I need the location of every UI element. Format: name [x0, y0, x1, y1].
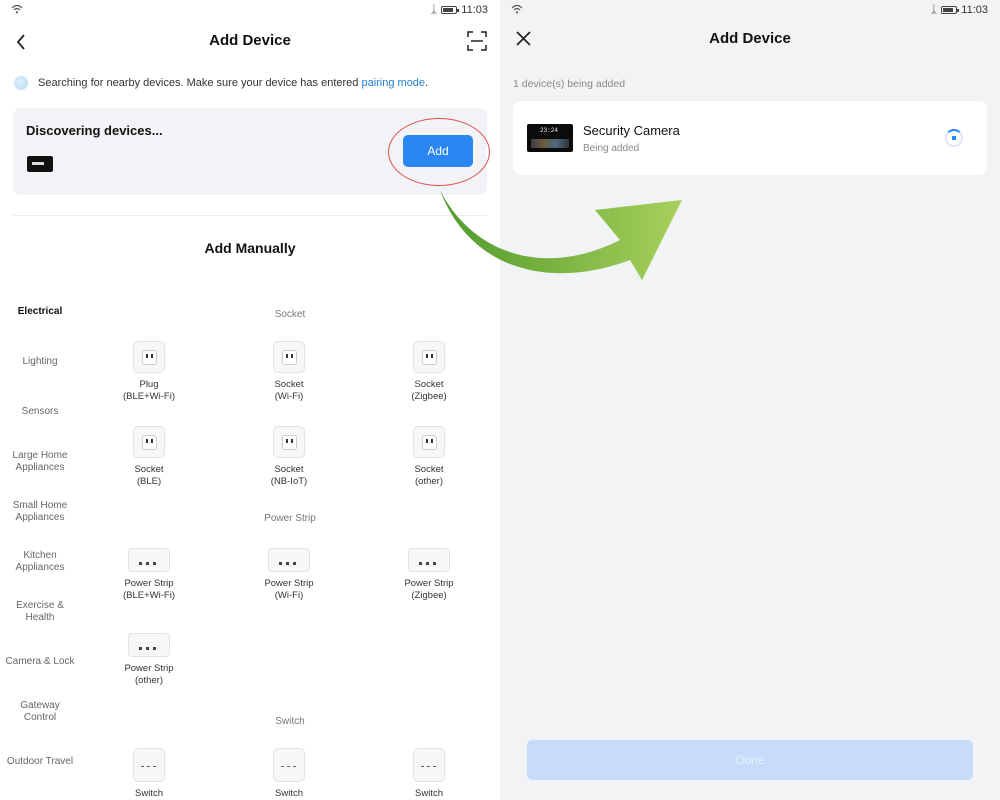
status-time: 11:03 [961, 4, 988, 16]
device-label: Socket (other) [414, 464, 444, 487]
device-label: Socket (Zigbee) [411, 379, 447, 402]
power-strip-icon [408, 548, 450, 572]
device-label: Socket (NB-IoT) [270, 464, 308, 487]
scan-icon[interactable] [467, 31, 487, 51]
device-tile[interactable]: Socket (NB-IoT) [239, 426, 339, 488]
radar-icon [14, 76, 28, 90]
socket-icon [133, 341, 165, 373]
tip-suffix: . [425, 77, 429, 89]
device-tile[interactable]: Socket (BLE) [99, 426, 199, 488]
search-tip: Searching for nearby devices. Make sure … [14, 76, 490, 90]
highlight-ring [388, 118, 490, 186]
device-label: Power Strip (other) [124, 663, 174, 686]
device-card[interactable]: 23:24 Security Camera Being added [513, 101, 987, 175]
device-label: Power Strip (BLE+Wi-Fi) [123, 578, 175, 601]
device-tile[interactable]: Switch [99, 748, 199, 800]
category-large-home-appliances[interactable]: Large Home Appliances [0, 450, 80, 474]
socket-icon [273, 341, 305, 373]
device-tile[interactable]: Socket (Zigbee) [379, 341, 479, 403]
wifi-icon [11, 4, 23, 14]
wifi-icon [511, 4, 523, 14]
device-name: Security Camera [583, 123, 680, 138]
switch-icon [133, 748, 165, 782]
socket-icon [273, 426, 305, 458]
add-device-screen-left: ᛣ 11:03 Add Device Searching for nearby … [0, 0, 500, 800]
status-bar: ᛣ 11:03 [500, 0, 1000, 20]
device-tile[interactable]: Power Strip (other) [99, 629, 199, 687]
discovered-device-thumbnail [27, 156, 53, 172]
battery-icon [441, 6, 460, 14]
page-title: Add Device [209, 32, 291, 49]
nav-bar: Add Device [500, 20, 1000, 60]
transition-arrow-icon [440, 190, 682, 280]
device-tile[interactable]: Power Strip (Wi-Fi) [239, 544, 339, 602]
device-label: Power Strip (Zigbee) [404, 578, 454, 601]
device-label: Switch [135, 788, 163, 799]
switch-icon [273, 748, 305, 782]
tip-text: Searching for nearby devices. Make sure … [38, 77, 362, 89]
device-label: Plug (BLE+Wi-Fi) [123, 379, 175, 402]
nav-bar: Add Device [0, 22, 500, 62]
socket-icon [413, 341, 445, 373]
loading-spinner-icon [945, 129, 963, 147]
camera-thumbnail: 23:24 [527, 124, 573, 152]
power-strip-icon [128, 633, 170, 657]
device-label: Switch [415, 788, 443, 799]
category-kitchen-appliances[interactable]: Kitchen Appliances [0, 550, 80, 574]
device-label: Switch [275, 788, 303, 799]
category-sensors[interactable]: Sensors [0, 406, 80, 418]
socket-icon [133, 426, 165, 458]
device-tile[interactable]: Socket (other) [379, 426, 479, 488]
device-tile[interactable]: Switch [239, 748, 339, 800]
add-manually-title: Add Manually [204, 240, 296, 256]
device-tile[interactable]: Power Strip (BLE+Wi-Fi) [99, 544, 199, 602]
pairing-mode-link[interactable]: pairing mode [361, 77, 425, 89]
section-label-power-strip: Power Strip [264, 513, 316, 524]
camera-screen-time: 23:24 [540, 127, 559, 134]
switch-icon [413, 748, 445, 782]
category-lighting[interactable]: Lighting [0, 356, 80, 368]
device-label: Socket (BLE) [134, 464, 164, 487]
device-tile[interactable]: Plug (BLE+Wi-Fi) [99, 341, 199, 403]
category-camera-lock[interactable]: Camera & Lock [0, 656, 80, 668]
device-tile[interactable]: Switch [379, 748, 479, 800]
power-strip-icon [128, 548, 170, 572]
device-label: Socket (Wi-Fi) [274, 379, 304, 402]
bluetooth-icon: ᛣ [430, 4, 438, 16]
socket-icon [413, 426, 445, 458]
done-button[interactable]: Done [527, 740, 973, 780]
category-exercise-health[interactable]: Exercise & Health [0, 600, 80, 624]
battery-icon [941, 6, 960, 14]
status-bar: ᛣ 11:03 [0, 0, 500, 20]
status-time: 11:03 [461, 4, 488, 16]
section-label-socket: Socket [274, 309, 306, 320]
power-strip-icon [268, 548, 310, 572]
device-status: Being added [583, 143, 640, 154]
section-label-switch: Switch [275, 716, 305, 727]
page-title: Add Device [709, 30, 791, 47]
discovery-heading: Discovering devices... [26, 123, 163, 138]
add-device-screen-right: ᛣ 11:03 Add Device 1 device(s) being add… [500, 0, 1000, 800]
divider [13, 215, 487, 216]
category-outdoor-travel[interactable]: Outdoor Travel [0, 756, 80, 768]
bluetooth-icon: ᛣ [930, 4, 938, 16]
devices-being-added-count: 1 device(s) being added [513, 78, 626, 90]
device-label: Power Strip (Wi-Fi) [264, 578, 314, 601]
device-tile[interactable]: Power Strip (Zigbee) [379, 544, 479, 602]
device-tile[interactable]: Socket (Wi-Fi) [239, 341, 339, 403]
